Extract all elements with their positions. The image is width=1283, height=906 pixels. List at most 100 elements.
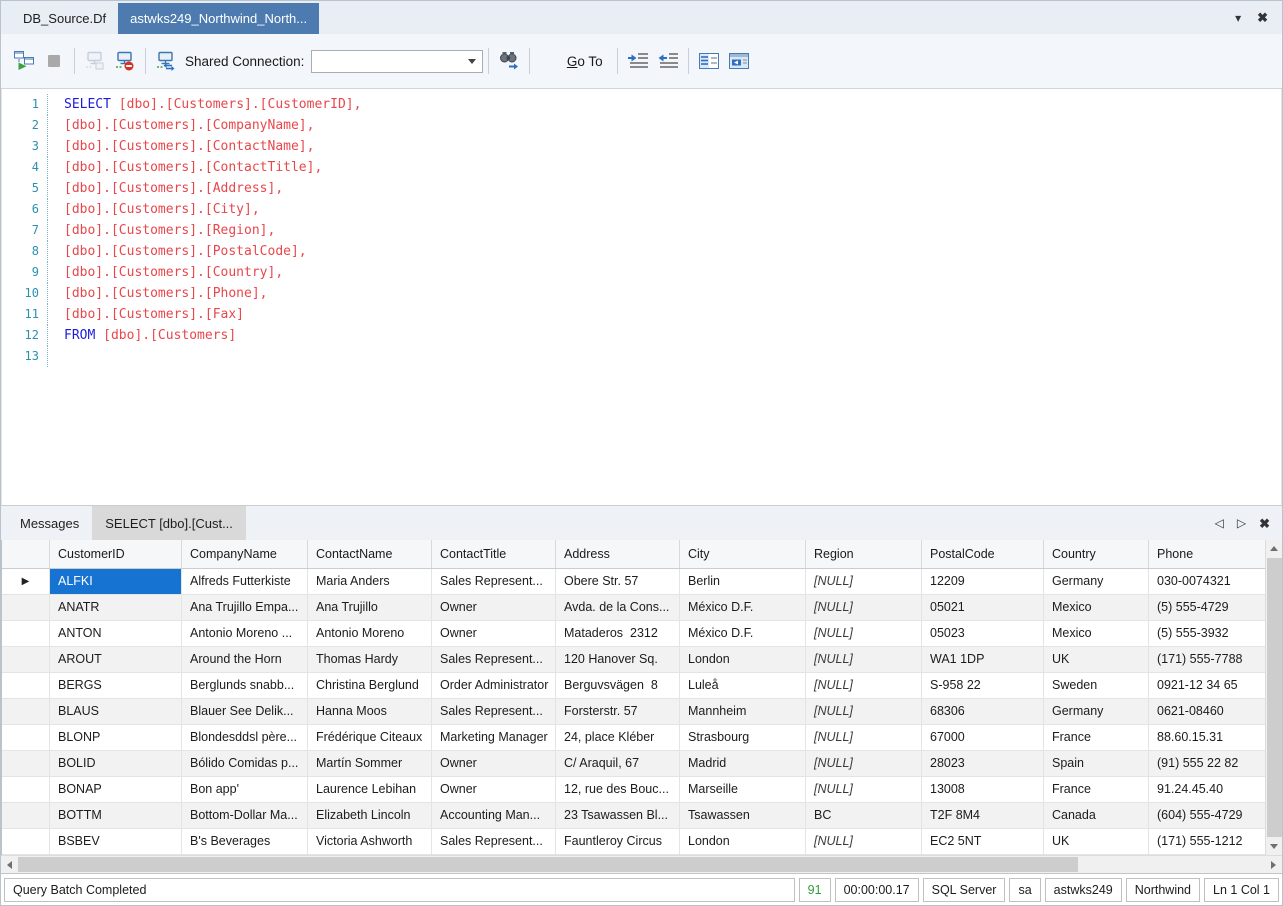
grid-cell[interactable]: Bon app'	[182, 777, 308, 802]
grid-cell[interactable]: (171) 555-7788	[1149, 647, 1265, 672]
grid-cell[interactable]: 68306	[922, 699, 1044, 724]
grid-cell[interactable]: Ana Trujillo	[308, 595, 432, 620]
grid-cell[interactable]: Germany	[1044, 699, 1149, 724]
editor-line[interactable]: 6[dbo].[Customers].[City],	[2, 199, 1281, 220]
grid-cell[interactable]: Maria Anders	[308, 569, 432, 594]
grid-cell[interactable]: ANTON	[50, 621, 182, 646]
sql-editor[interactable]: 1SELECT [dbo].[Customers].[CustomerID],2…	[1, 89, 1282, 505]
grid-cell[interactable]: EC2 5NT	[922, 829, 1044, 854]
grid-cell[interactable]: Berguvsvägen 8	[556, 673, 680, 698]
row-selector[interactable]: ▶	[2, 569, 50, 594]
grid-cell[interactable]: AROUT	[50, 647, 182, 672]
grid-cell[interactable]: [NULL]	[806, 829, 922, 854]
change-connection-button[interactable]	[151, 46, 181, 76]
grid-cell[interactable]: Owner	[432, 777, 556, 802]
grid-cell[interactable]: [NULL]	[806, 699, 922, 724]
vertical-scrollbar[interactable]	[1265, 540, 1282, 855]
grid-cell[interactable]: [NULL]	[806, 647, 922, 672]
grid-cell[interactable]: Ana Trujillo Empa...	[182, 595, 308, 620]
row-selector[interactable]	[2, 725, 50, 750]
editor-line[interactable]: 11[dbo].[Customers].[Fax]	[2, 304, 1281, 325]
grid-cell[interactable]: Forsterstr. 57	[556, 699, 680, 724]
column-header-companyname[interactable]: CompanyName	[182, 540, 308, 568]
return-results-button[interactable]	[724, 46, 754, 76]
grid-cell[interactable]: Canada	[1044, 803, 1149, 828]
grid-cell[interactable]: 12, rue des Bouc...	[556, 777, 680, 802]
tab-messages[interactable]: Messages	[7, 506, 92, 540]
column-header-phone[interactable]: Phone	[1149, 540, 1265, 568]
row-selector[interactable]	[2, 673, 50, 698]
grid-cell[interactable]: BONAP	[50, 777, 182, 802]
tab-list-dropdown-icon[interactable]: ▾	[1235, 12, 1241, 24]
grid-cell[interactable]: (171) 555-1212	[1149, 829, 1265, 854]
grid-cell[interactable]: Victoria Ashworth	[308, 829, 432, 854]
outdent-button[interactable]	[653, 46, 683, 76]
tab-db-source[interactable]: DB_Source.Df	[11, 4, 118, 34]
row-selector[interactable]	[2, 751, 50, 776]
grid-cell[interactable]: México D.F.	[680, 595, 806, 620]
grid-cell[interactable]: BOTTM	[50, 803, 182, 828]
column-header-contacttitle[interactable]: ContactTitle	[432, 540, 556, 568]
grid-cell[interactable]: 88.60.15.31	[1149, 725, 1265, 750]
grid-cell[interactable]: BLONP	[50, 725, 182, 750]
scroll-right-icon[interactable]	[1265, 856, 1282, 873]
editor-line[interactable]: 7[dbo].[Customers].[Region],	[2, 220, 1281, 241]
editor-line[interactable]: 10[dbo].[Customers].[Phone],	[2, 283, 1281, 304]
grid-cell[interactable]: México D.F.	[680, 621, 806, 646]
grid-cell[interactable]: Obere Str. 57	[556, 569, 680, 594]
horizontal-scrollbar[interactable]	[1, 855, 1282, 873]
row-selector[interactable]	[2, 621, 50, 646]
grid-cell[interactable]: Thomas Hardy	[308, 647, 432, 672]
grid-cell[interactable]: Alfreds Futterkiste	[182, 569, 308, 594]
scroll-up-icon[interactable]	[1266, 540, 1283, 557]
grid-cell[interactable]: Hanna Moos	[308, 699, 432, 724]
grid-cell[interactable]: 67000	[922, 725, 1044, 750]
column-header-postalcode[interactable]: PostalCode	[922, 540, 1044, 568]
grid-cell[interactable]: Mexico	[1044, 621, 1149, 646]
row-selector[interactable]	[2, 699, 50, 724]
grid-cell[interactable]: London	[680, 829, 806, 854]
shared-connection-combobox[interactable]	[311, 50, 483, 73]
grid-cell[interactable]: [NULL]	[806, 673, 922, 698]
grid-cell[interactable]: WA1 1DP	[922, 647, 1044, 672]
grid-cell[interactable]: 12209	[922, 569, 1044, 594]
grid-cell[interactable]: Bólido Comidas p...	[182, 751, 308, 776]
tab-result-grid[interactable]: SELECT [dbo].[Cust...	[92, 506, 246, 540]
grid-cell[interactable]: UK	[1044, 647, 1149, 672]
grid-cell[interactable]: Accounting Man...	[432, 803, 556, 828]
close-results-icon[interactable]: ✖	[1259, 517, 1270, 530]
assign-connection-button[interactable]	[80, 46, 110, 76]
grid-cell[interactable]: Mexico	[1044, 595, 1149, 620]
column-header-country[interactable]: Country	[1044, 540, 1149, 568]
grid-cell[interactable]: UK	[1044, 829, 1149, 854]
grid-cell[interactable]: Sales Represent...	[432, 647, 556, 672]
grid-cell[interactable]: [NULL]	[806, 777, 922, 802]
grid-cell[interactable]: S-958 22	[922, 673, 1044, 698]
row-selector[interactable]	[2, 595, 50, 620]
scroll-down-icon[interactable]	[1266, 838, 1283, 855]
grid-cell[interactable]: B's Beverages	[182, 829, 308, 854]
grid-cell[interactable]: C/ Araquil, 67	[556, 751, 680, 776]
grid-cell[interactable]: Sales Represent...	[432, 569, 556, 594]
horizontal-scroll-thumb[interactable]	[18, 857, 1078, 872]
grid-cell[interactable]: Mataderos 2312	[556, 621, 680, 646]
editor-line[interactable]: 1SELECT [dbo].[Customers].[CustomerID],	[2, 94, 1281, 115]
scroll-left-icon[interactable]	[1, 856, 18, 873]
grid-cell[interactable]: Avda. de la Cons...	[556, 595, 680, 620]
editor-line[interactable]: 8[dbo].[Customers].[PostalCode],	[2, 241, 1281, 262]
grid-cell[interactable]: [NULL]	[806, 621, 922, 646]
column-header-customerid[interactable]: CustomerID	[50, 540, 182, 568]
grid-cell[interactable]: Elizabeth Lincoln	[308, 803, 432, 828]
grid-cell[interactable]: 24, place Kléber	[556, 725, 680, 750]
grid-cell[interactable]: Strasbourg	[680, 725, 806, 750]
grid-cell[interactable]: Luleå	[680, 673, 806, 698]
column-header-address[interactable]: Address	[556, 540, 680, 568]
grid-cell[interactable]: [NULL]	[806, 595, 922, 620]
grid-cell[interactable]: (91) 555 22 82	[1149, 751, 1265, 776]
grid-cell[interactable]: Marseille	[680, 777, 806, 802]
grid-cell[interactable]: Around the Horn	[182, 647, 308, 672]
grid-cell[interactable]: France	[1044, 777, 1149, 802]
grid-cell[interactable]: ANATR	[50, 595, 182, 620]
row-selector[interactable]	[2, 803, 50, 828]
row-selector-header[interactable]	[2, 540, 50, 568]
